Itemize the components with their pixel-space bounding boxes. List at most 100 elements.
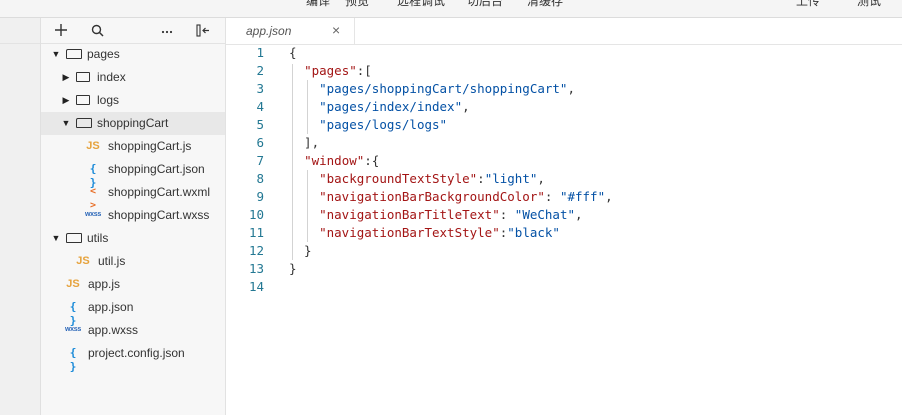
tree-item-label: pages bbox=[87, 47, 120, 61]
tree-folder-pages[interactable]: ▼ pages bbox=[41, 43, 225, 66]
line-number: 1 bbox=[256, 45, 264, 60]
tree-file-item[interactable]: { } shoppingCart.json bbox=[41, 158, 225, 189]
search-icon[interactable] bbox=[88, 21, 106, 39]
more-icon[interactable] bbox=[158, 21, 176, 39]
code-line: 7 "window":{ bbox=[226, 152, 902, 170]
js-file-icon: JS bbox=[66, 278, 80, 290]
line-number: 3 bbox=[256, 81, 264, 96]
code-line: 6 ], bbox=[226, 134, 902, 152]
tree-folder-index[interactable]: ▶ index bbox=[41, 66, 225, 89]
editor-tab-bar: app.json × bbox=[226, 18, 902, 45]
plus-icon[interactable] bbox=[52, 21, 70, 39]
line-number: 10 bbox=[248, 207, 264, 222]
chevron-right-icon[interactable]: ▶ bbox=[61, 94, 71, 107]
line-text: "pages/index/index", bbox=[319, 99, 470, 114]
line-number: 8 bbox=[256, 171, 264, 186]
line-text: } bbox=[289, 261, 297, 276]
js-file-icon: JS bbox=[76, 255, 90, 267]
toolbar-upload[interactable]: 上传 bbox=[796, 0, 820, 9]
code-line: 12 } bbox=[226, 242, 902, 260]
tree-item-label: shoppingCart.wxss bbox=[108, 208, 210, 222]
line-text: "navigationBarBackgroundColor": "#fff", bbox=[319, 189, 613, 204]
tree-item-label: app.wxss bbox=[88, 323, 139, 337]
code-line: 9 "navigationBarBackgroundColor": "#fff"… bbox=[226, 188, 902, 206]
tree-item-label: logs bbox=[97, 93, 120, 107]
code-line: 5 "pages/logs/logs" bbox=[226, 116, 902, 134]
line-text: "backgroundTextStyle":"light", bbox=[319, 171, 545, 186]
tree-item-label: util.js bbox=[98, 254, 126, 268]
code-line: 2 "pages":[ bbox=[226, 62, 902, 80]
close-icon[interactable]: × bbox=[332, 22, 340, 38]
tree-folder-utils[interactable]: ▼ utils bbox=[41, 227, 225, 250]
line-text: "window":{ bbox=[304, 153, 380, 168]
line-text: { bbox=[289, 45, 297, 60]
chevron-down-icon[interactable]: ▼ bbox=[61, 117, 71, 130]
tree-file-item[interactable]: { } project.config.json bbox=[41, 342, 225, 373]
code-line: 11 "navigationBarTextStyle":"black" bbox=[226, 224, 902, 242]
folder-icon bbox=[76, 72, 90, 82]
tree-item-label: app.json bbox=[88, 300, 134, 314]
tree-folder-shoppingCart[interactable]: ▼ shoppingCart bbox=[41, 112, 225, 135]
tree-item-label: shoppingCart bbox=[97, 116, 169, 130]
line-number: 14 bbox=[248, 279, 264, 294]
indent-guide bbox=[307, 80, 308, 134]
line-number: 13 bbox=[248, 261, 264, 276]
toolbar-preview[interactable]: 预览 bbox=[345, 0, 369, 9]
code-line: 4 "pages/index/index", bbox=[226, 98, 902, 116]
tree-file-item[interactable]: wxss app.wxss bbox=[41, 319, 225, 342]
line-text: "navigationBarTextStyle":"black" bbox=[319, 225, 560, 240]
indent-guide bbox=[307, 170, 308, 242]
tab-app-json[interactable]: app.json × bbox=[226, 18, 355, 44]
line-text: "pages":[ bbox=[304, 63, 372, 78]
tree-item-label: utils bbox=[87, 231, 109, 245]
activity-bar bbox=[0, 18, 41, 415]
top-toolbar: 编译 预览 远程调试 切后台 清缓存 上传 测试 bbox=[0, 0, 902, 18]
line-number: 7 bbox=[256, 153, 264, 168]
tree-file-item[interactable]: < > shoppingCart.wxml bbox=[41, 181, 225, 211]
toolbar-background[interactable]: 切后台 bbox=[467, 0, 503, 9]
wxss-file-icon: wxss bbox=[65, 326, 81, 333]
folder-open-icon bbox=[66, 233, 82, 243]
line-text: "pages/logs/logs" bbox=[319, 117, 448, 132]
tree-file-item[interactable]: wxss shoppingCart.wxss bbox=[41, 204, 225, 227]
tree-item-label: shoppingCart.js bbox=[108, 139, 192, 153]
line-number: 6 bbox=[256, 135, 264, 150]
chevron-down-icon[interactable]: ▼ bbox=[51, 232, 61, 245]
code-line: 14 bbox=[226, 278, 902, 296]
code-line: 8 "backgroundTextStyle":"light", bbox=[226, 170, 902, 188]
tree-item-label: shoppingCart.wxml bbox=[108, 185, 211, 199]
indent-guide bbox=[292, 64, 293, 260]
collapse-panel-icon[interactable] bbox=[194, 21, 212, 39]
chevron-right-icon[interactable]: ▶ bbox=[61, 71, 71, 84]
toolbar-test[interactable]: 测试 bbox=[857, 0, 881, 9]
folder-open-icon bbox=[76, 118, 92, 128]
line-number: 5 bbox=[256, 117, 264, 132]
line-number: 11 bbox=[248, 225, 264, 240]
folder-icon bbox=[76, 95, 90, 105]
code-line: 10 "navigationBarTitleText": "WeChat", bbox=[226, 206, 902, 224]
tree-item-label: index bbox=[97, 70, 126, 84]
line-text: "pages/shoppingCart/shoppingCart", bbox=[319, 81, 575, 96]
line-number: 4 bbox=[256, 99, 264, 114]
code-line: 13} bbox=[226, 260, 902, 278]
code-line: 3 "pages/shoppingCart/shoppingCart", bbox=[226, 80, 902, 98]
code-editor: app.json × 1{2 "pages":[3 "pages/shoppin… bbox=[226, 18, 902, 415]
folder-open-icon bbox=[66, 49, 82, 59]
tree-file-item[interactable]: { } app.json bbox=[41, 296, 225, 327]
tree-file-item[interactable]: JS app.js bbox=[41, 273, 225, 296]
line-number: 9 bbox=[256, 189, 264, 204]
tree-file-item[interactable]: JS util.js bbox=[41, 250, 225, 273]
tree-folder-logs[interactable]: ▶ logs bbox=[41, 89, 225, 112]
tab-label: app.json bbox=[246, 24, 292, 38]
chevron-down-icon[interactable]: ▼ bbox=[51, 48, 61, 61]
line-number: 12 bbox=[248, 243, 264, 258]
js-file-icon: JS bbox=[86, 140, 100, 152]
tree-file-item[interactable]: JS shoppingCart.js bbox=[41, 135, 225, 158]
toolbar-compile[interactable]: 编译 bbox=[306, 0, 330, 9]
line-text: ], bbox=[289, 135, 320, 150]
toolbar-clear-cache[interactable]: 清缓存 bbox=[527, 0, 563, 9]
toolbar-remote-debug[interactable]: 远程调试 bbox=[397, 0, 445, 9]
explorer-toolbar bbox=[41, 18, 225, 44]
tree-item-label: app.js bbox=[88, 277, 121, 291]
line-number: 2 bbox=[256, 63, 264, 78]
